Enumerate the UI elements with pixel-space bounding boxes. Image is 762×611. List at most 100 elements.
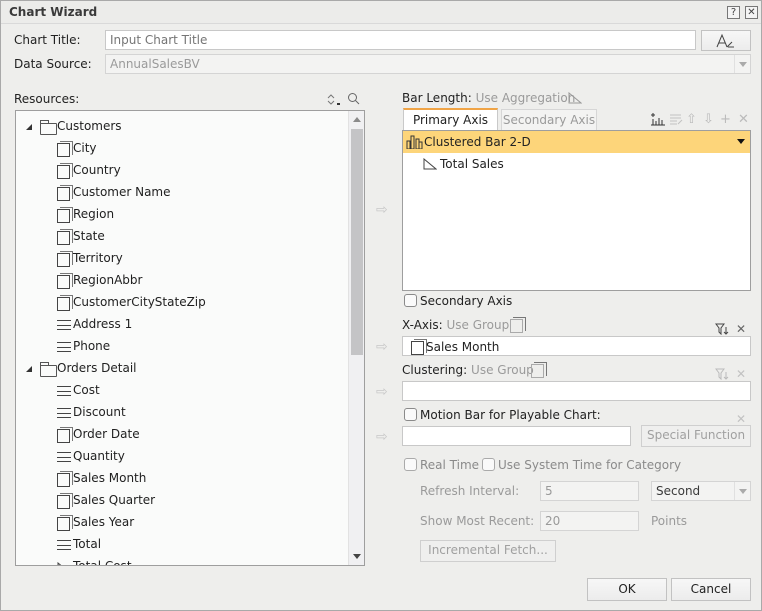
aggregation-icon (568, 92, 582, 104)
motion-bar-remove-icon[interactable]: ✕ (736, 412, 746, 426)
data-source-label: Data Source: (14, 57, 92, 71)
group-icon (411, 339, 427, 355)
tree-item[interactable]: City (16, 138, 346, 160)
chevron-down-icon[interactable] (734, 55, 750, 73)
scroll-down-icon[interactable] (353, 554, 361, 559)
add-to-x-axis-arrow-icon[interactable]: ⇨ (376, 340, 392, 354)
chart-title-input[interactable] (105, 30, 696, 50)
tree-item-label: Order Date (73, 427, 140, 441)
measure-icon (57, 561, 70, 565)
tree-item[interactable]: Region (16, 204, 346, 226)
chart-type-row[interactable]: Clustered Bar 2-D (403, 131, 750, 153)
measure-label: Total Sales (440, 157, 504, 171)
refresh-unit-select[interactable]: Second (651, 481, 751, 501)
x-axis-remove-icon[interactable]: ✕ (736, 322, 746, 336)
chart-type-dropdown-icon[interactable] (737, 139, 745, 144)
cancel-button[interactable]: Cancel (671, 578, 751, 601)
add-to-motion-bar-arrow-icon[interactable]: ⇨ (376, 430, 392, 444)
tree-item-label: City (73, 141, 97, 155)
add-to-bar-length-arrow-icon[interactable]: ⇨ (376, 203, 392, 217)
data-source-select[interactable]: AnnualSalesBV (105, 54, 751, 74)
close-icon[interactable]: ✕ (745, 6, 758, 19)
tree-item[interactable]: Total Cost (16, 556, 346, 566)
expand-collapse-icon[interactable] (26, 124, 32, 130)
measure-row[interactable]: Total Sales (403, 153, 750, 175)
tree-scrollbar[interactable] (348, 111, 364, 565)
tree-item[interactable]: Discount (16, 402, 346, 424)
tree-item[interactable]: CustomerCityStateZip (16, 292, 346, 314)
ok-button[interactable]: OK (587, 578, 667, 601)
clustering-field[interactable] (402, 381, 751, 401)
tree-item[interactable]: Sales Month (16, 468, 346, 490)
tree-item[interactable]: Order Date (16, 424, 346, 446)
tree-item[interactable]: Cost (16, 380, 346, 402)
tree-item[interactable]: State (16, 226, 346, 248)
series-list[interactable]: Clustered Bar 2-D Total Sales (402, 130, 751, 291)
group-icon (57, 251, 73, 267)
incremental-fetch-button[interactable]: Incremental Fetch... (420, 540, 556, 562)
motion-bar-checkbox[interactable] (404, 408, 417, 421)
filter-sort-icon[interactable] (715, 323, 729, 335)
add-icon[interactable]: + (720, 113, 731, 126)
tree-folder[interactable]: Orders Detail (16, 358, 346, 380)
add-to-clustering-arrow-icon[interactable]: ⇨ (376, 385, 392, 399)
chevron-down-icon[interactable] (734, 482, 750, 500)
real-time-checkbox[interactable] (404, 458, 417, 471)
clustered-bar-icon (406, 135, 423, 149)
move-down-icon[interactable]: ⇩ (703, 113, 714, 126)
tab-primary-axis[interactable]: Primary Axis (403, 108, 498, 130)
filter-sort-icon[interactable] (715, 368, 729, 380)
use-system-time-checkbox[interactable] (482, 458, 495, 471)
chart-type-icon[interactable] (650, 112, 666, 126)
clustering-hint: Use Group (471, 363, 534, 377)
group-icon (531, 362, 547, 378)
tree-item-label: Sales Month (73, 471, 147, 485)
tree-item-label: Total Cost (73, 559, 132, 566)
resources-tree[interactable]: Total Cost Total Sales Year Sales Quarter Sa… (15, 110, 365, 566)
tree-item-label: Region (73, 207, 115, 221)
group-icon (57, 295, 73, 311)
move-up-icon[interactable]: ⇧ (686, 113, 697, 126)
sort-icon[interactable] (326, 93, 342, 107)
field-icon (57, 320, 71, 330)
tree-item[interactable]: RegionAbbr (16, 270, 346, 292)
refresh-interval-input[interactable]: 5 (540, 481, 639, 501)
tree-item-label: Orders Detail (57, 361, 137, 375)
tree-item[interactable]: Phone (16, 336, 346, 358)
chart-title-label: Chart Title: (14, 33, 81, 47)
clustering-remove-icon[interactable]: ✕ (736, 367, 746, 381)
tab-secondary-axis[interactable]: Secondary Axis (501, 109, 597, 131)
title-bar[interactable]: Chart Wizard ? ✕ (1, 1, 761, 24)
folder-icon (40, 120, 57, 135)
tree-item[interactable]: Quantity (16, 446, 346, 468)
tree-item[interactable]: Address 1 (16, 314, 346, 336)
delete-icon[interactable]: ✕ (738, 113, 749, 126)
x-axis-hint: Use Group (446, 318, 510, 332)
tree-item[interactable]: Sales Quarter (16, 490, 346, 512)
x-axis-field[interactable]: Sales Month (402, 336, 751, 356)
x-axis-label: X-Axis: Use Group (402, 318, 509, 332)
search-icon[interactable] (347, 92, 361, 106)
text-format-button[interactable] (701, 30, 751, 51)
list-icon[interactable] (669, 113, 683, 125)
special-function-button[interactable]: Special Function (641, 425, 751, 447)
real-time-label: Real Time (420, 458, 480, 472)
tree-item[interactable]: Territory (16, 248, 346, 270)
scrollbar-thumb[interactable] (351, 129, 363, 355)
tree-folder[interactable]: Customers (16, 116, 346, 138)
tree-item[interactable]: Customer Name (16, 182, 346, 204)
clustering-label-text: Clustering: (402, 363, 468, 377)
tree-item-label: Sales Quarter (73, 493, 156, 507)
group-icon (57, 515, 73, 531)
tree-item[interactable]: Total (16, 534, 346, 556)
tree-item[interactable]: Sales Year (16, 512, 346, 534)
data-source-value: AnnualSalesBV (110, 57, 200, 71)
group-icon (57, 493, 73, 509)
motion-bar-field[interactable] (402, 426, 631, 446)
secondary-axis-checkbox[interactable] (404, 294, 417, 307)
show-most-recent-input[interactable]: 20 (540, 511, 639, 531)
scroll-up-icon[interactable] (353, 117, 361, 122)
help-icon[interactable]: ? (727, 6, 740, 19)
tree-item[interactable]: Country (16, 160, 346, 182)
expand-collapse-icon[interactable] (26, 366, 32, 372)
